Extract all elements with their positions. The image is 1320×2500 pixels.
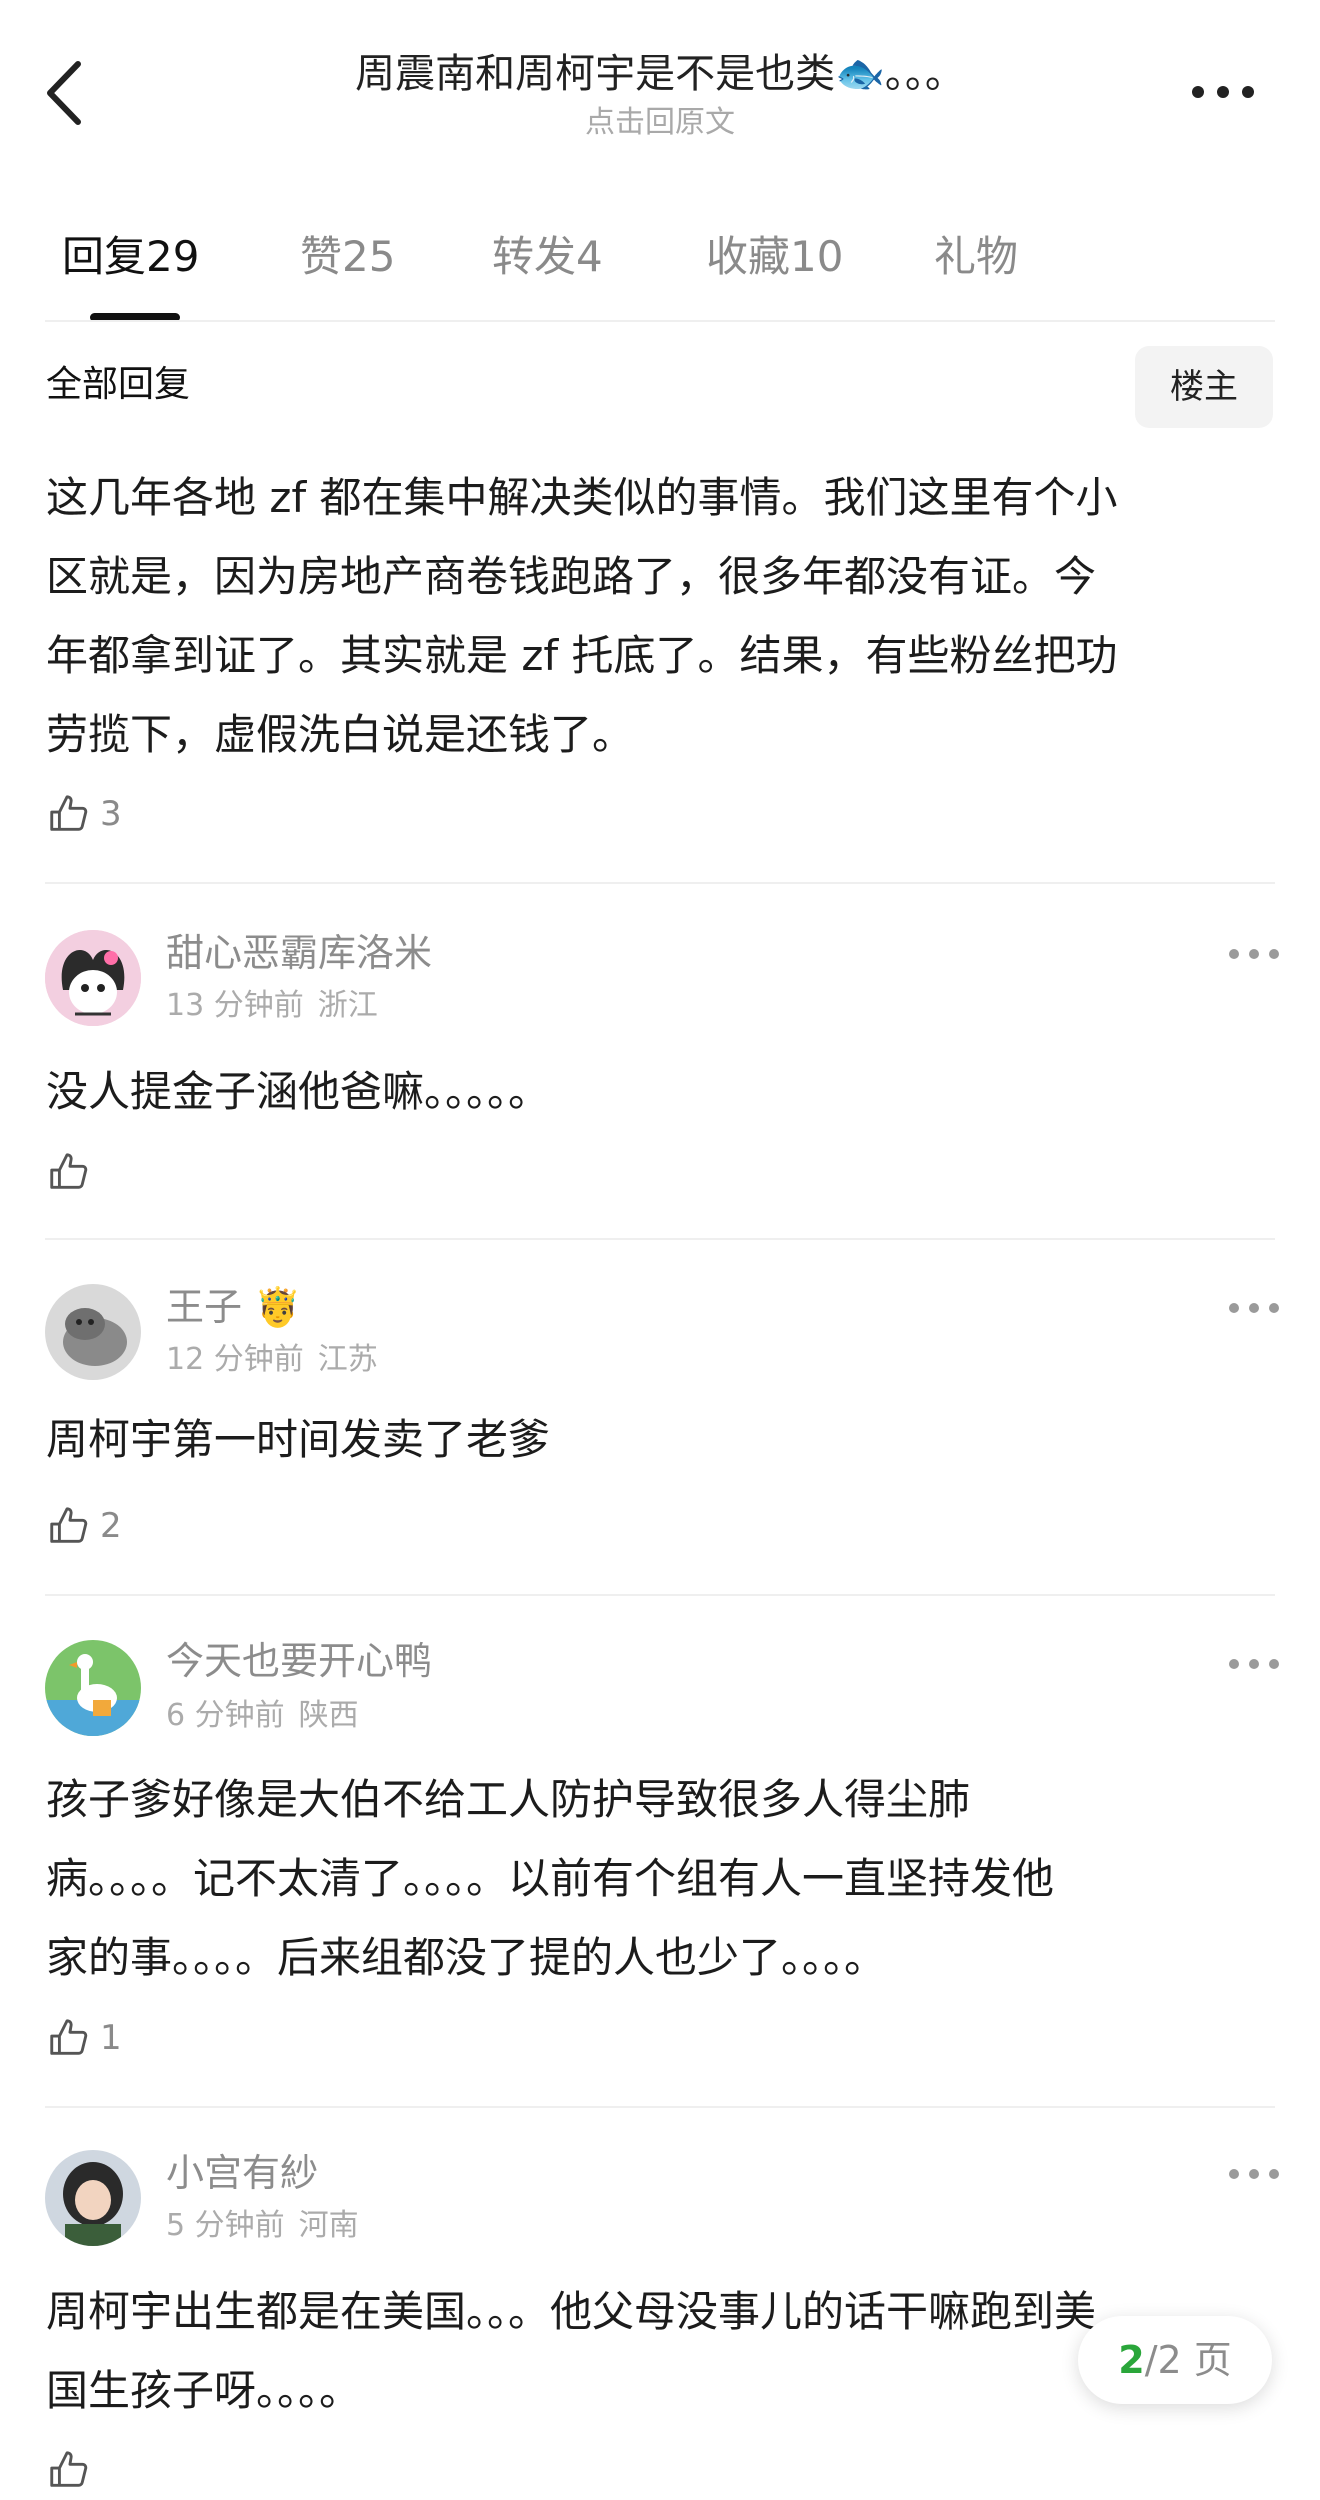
comment-location: 河南: [298, 2208, 359, 2243]
comment-time: 13 分钟前: [166, 988, 304, 1023]
thumbs-up-icon: [50, 1507, 88, 1543]
comment-text[interactable]: 没人提金子涵他爸嘛。。。。。: [46, 1052, 1276, 1131]
tab-count: 25: [342, 232, 396, 281]
thumbs-up-icon: [50, 1153, 88, 1189]
comment-location: 陕西: [298, 1698, 359, 1733]
thumbs-up-icon: [50, 795, 88, 831]
like-button[interactable]: 2: [46, 1496, 122, 1556]
reply-divider: [45, 2106, 1275, 2108]
tabs-divider: [45, 320, 1275, 322]
text-line: 年都拿到证了。其实就是 zf 托底了。结果，有些粉丝把功: [46, 631, 1118, 680]
like-button[interactable]: 3: [46, 784, 122, 844]
more-dots-icon[interactable]: [1226, 1654, 1282, 1674]
username[interactable]: 今天也要开心鸭: [166, 1636, 432, 1686]
reply-divider: [45, 882, 1275, 884]
like-button[interactable]: [46, 1142, 100, 1202]
username[interactable]: 王子 🤴: [166, 1282, 301, 1332]
text-line: 这几年各地 zf 都在集中解决类似的事情。我们这里有个小: [46, 473, 1118, 522]
more-dots-icon[interactable]: [1226, 1298, 1282, 1318]
back-to-original-link[interactable]: 点击回原文: [200, 104, 1120, 142]
comment-meta: 13 分钟前 浙江: [166, 986, 378, 1026]
text-line: 区就是，因为房地产商卷钱跑路了，很多年都没有证。今: [46, 552, 1097, 601]
tab-replies[interactable]: 回复29: [62, 229, 199, 285]
comment-text[interactable]: 孩子爹好像是大伯不给工人防护导致很多人得尘肺 病。。。。记不太清了。。。。以前有…: [46, 1760, 1276, 1997]
text-line: 病。。。。记不太清了。。。。以前有个组有人一直坚持发他: [46, 1854, 1055, 1903]
text-line: 没人提金子涵他爸嘛。。。。。: [46, 1067, 551, 1116]
text-line: 家的事。。。。后来组都没了提的人也少了。。。。: [46, 1933, 887, 1982]
reply-divider: [45, 1594, 1275, 1596]
total-pages: /2 页: [1144, 2338, 1232, 2382]
tab-count: 4: [576, 232, 603, 281]
cat-avatar[interactable]: [45, 1284, 141, 1380]
like-count: 3: [100, 794, 122, 834]
username[interactable]: 甜心恶霸库洛米: [166, 928, 432, 978]
like-button[interactable]: [46, 2440, 100, 2500]
tab-gifts[interactable]: 礼物: [934, 229, 1018, 285]
main-reply-text[interactable]: 这几年各地 zf 都在集中解决类似的事情。我们这里有个小 区就是，因为房地产商卷…: [46, 458, 1276, 774]
like-count: 1: [100, 2018, 122, 2058]
like-button[interactable]: 1: [46, 2008, 122, 2068]
comment-meta: 5 分钟前 河南: [166, 2206, 359, 2246]
tab-likes[interactable]: 赞25: [300, 229, 395, 285]
comment-meta: 12 分钟前 江苏: [166, 1340, 378, 1380]
thumbs-up-icon: [50, 2451, 88, 2487]
more-options-icon[interactable]: [1188, 80, 1258, 104]
tab-count: 29: [146, 232, 200, 281]
more-dots-icon[interactable]: [1226, 2164, 1282, 2184]
tab-favorites[interactable]: 收藏10: [706, 229, 843, 285]
reply-divider: [45, 1238, 1275, 1240]
comment-time: 5 分钟前: [166, 2208, 285, 2243]
tab-reposts[interactable]: 转发4: [492, 229, 603, 285]
comment-text[interactable]: 周柯宇第一时间发卖了老爹: [46, 1400, 1276, 1479]
comment-meta: 6 分钟前 陕西: [166, 1696, 359, 1736]
tab-bar: 回复29 赞25 转发4 收藏10 礼物: [0, 205, 1320, 323]
tab-label: 回复: [62, 232, 147, 281]
tab-label: 礼物: [934, 232, 1019, 281]
tab-count: 10: [790, 232, 844, 281]
text-line: 劳揽下，虚假洗白说是还钱了。: [46, 710, 635, 759]
comment-location: 江苏: [317, 1342, 378, 1377]
comment-time: 12 分钟前: [166, 1342, 304, 1377]
more-dots-icon[interactable]: [1226, 944, 1282, 964]
current-page: 2: [1118, 2338, 1145, 2382]
post-title[interactable]: 周震南和周柯宇是不是也类🐟。。。: [200, 48, 1120, 100]
tab-label: 收藏: [706, 232, 791, 281]
username[interactable]: 小宫有紗: [166, 2148, 318, 2198]
comment-time: 6 分钟前: [166, 1698, 285, 1733]
all-replies-heading: 全部回复: [46, 364, 191, 405]
page-indicator[interactable]: 2/2 页: [1078, 2316, 1272, 2404]
tab-label: 转发: [492, 232, 577, 281]
kuromi-avatar[interactable]: [45, 930, 141, 1026]
comment-location: 浙江: [317, 988, 378, 1023]
text-line: 周柯宇第一时间发卖了老爹: [46, 1415, 551, 1464]
thumbs-up-icon: [50, 2019, 88, 2055]
tab-label: 赞: [300, 232, 343, 281]
back-arrow-icon[interactable]: [40, 58, 90, 128]
like-count: 2: [100, 1506, 122, 1546]
girl-avatar[interactable]: [45, 2150, 141, 2246]
top-bar: 周震南和周柯宇是不是也类🐟。。。 点击回原文: [0, 0, 1320, 190]
text-line: 孩子爹好像是大伯不给工人防护导致很多人得尘肺: [46, 1775, 971, 1824]
goose-avatar[interactable]: [45, 1640, 141, 1736]
op-only-button[interactable]: 楼主: [1135, 346, 1273, 428]
